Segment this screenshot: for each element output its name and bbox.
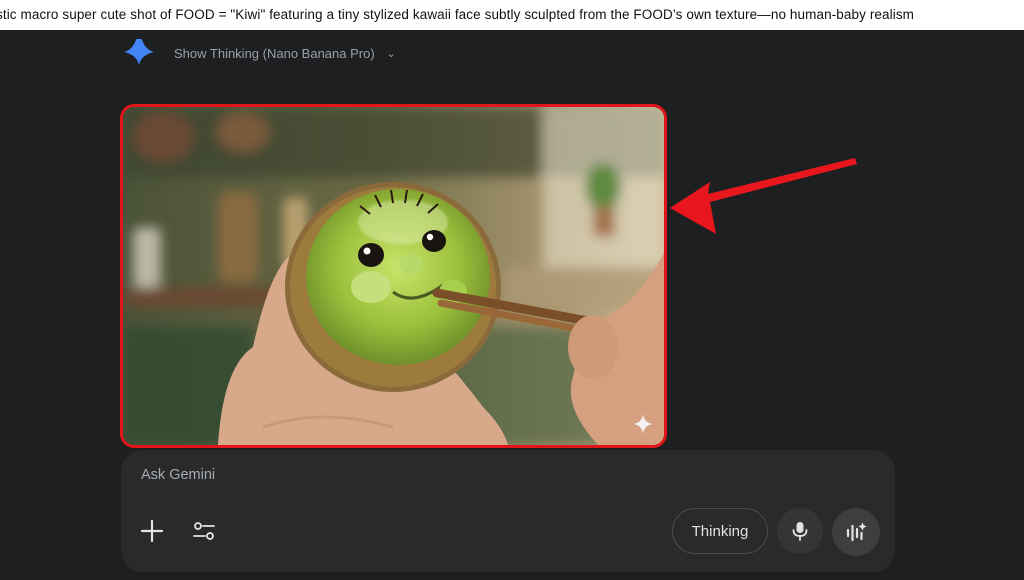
generated-image[interactable] [120, 104, 667, 448]
gemini-spark-icon [124, 39, 154, 69]
live-mode-button[interactable] [832, 508, 880, 556]
tools-sliders-icon [193, 522, 215, 540]
live-waveform-icon [846, 522, 867, 542]
sparkle-icon [633, 414, 653, 434]
plus-icon [140, 519, 164, 543]
chevron-down-icon: ⌄ [386, 47, 396, 60]
ask-gemini-placeholder[interactable]: Ask Gemini [141, 467, 215, 483]
add-attachment-button[interactable] [139, 518, 165, 544]
show-thinking-label: Show Thinking (Nano Banana Pro) [174, 45, 375, 61]
thinking-mode-button[interactable]: Thinking [672, 508, 768, 554]
show-thinking-toggle[interactable]: Show Thinking (Nano Banana Pro) ⌄ [124, 39, 396, 69]
red-arrow-icon [670, 158, 857, 234]
prompt-input-panel[interactable]: Ask Gemini Thinking [121, 450, 895, 572]
tools-button[interactable] [191, 518, 217, 544]
microphone-icon [792, 522, 808, 541]
microphone-button[interactable] [777, 508, 823, 554]
prompt-text-bar: stic macro super cute shot of FOOD = "Ki… [0, 0, 1024, 30]
prompt-text: stic macro super cute shot of FOOD = "Ki… [0, 7, 915, 22]
